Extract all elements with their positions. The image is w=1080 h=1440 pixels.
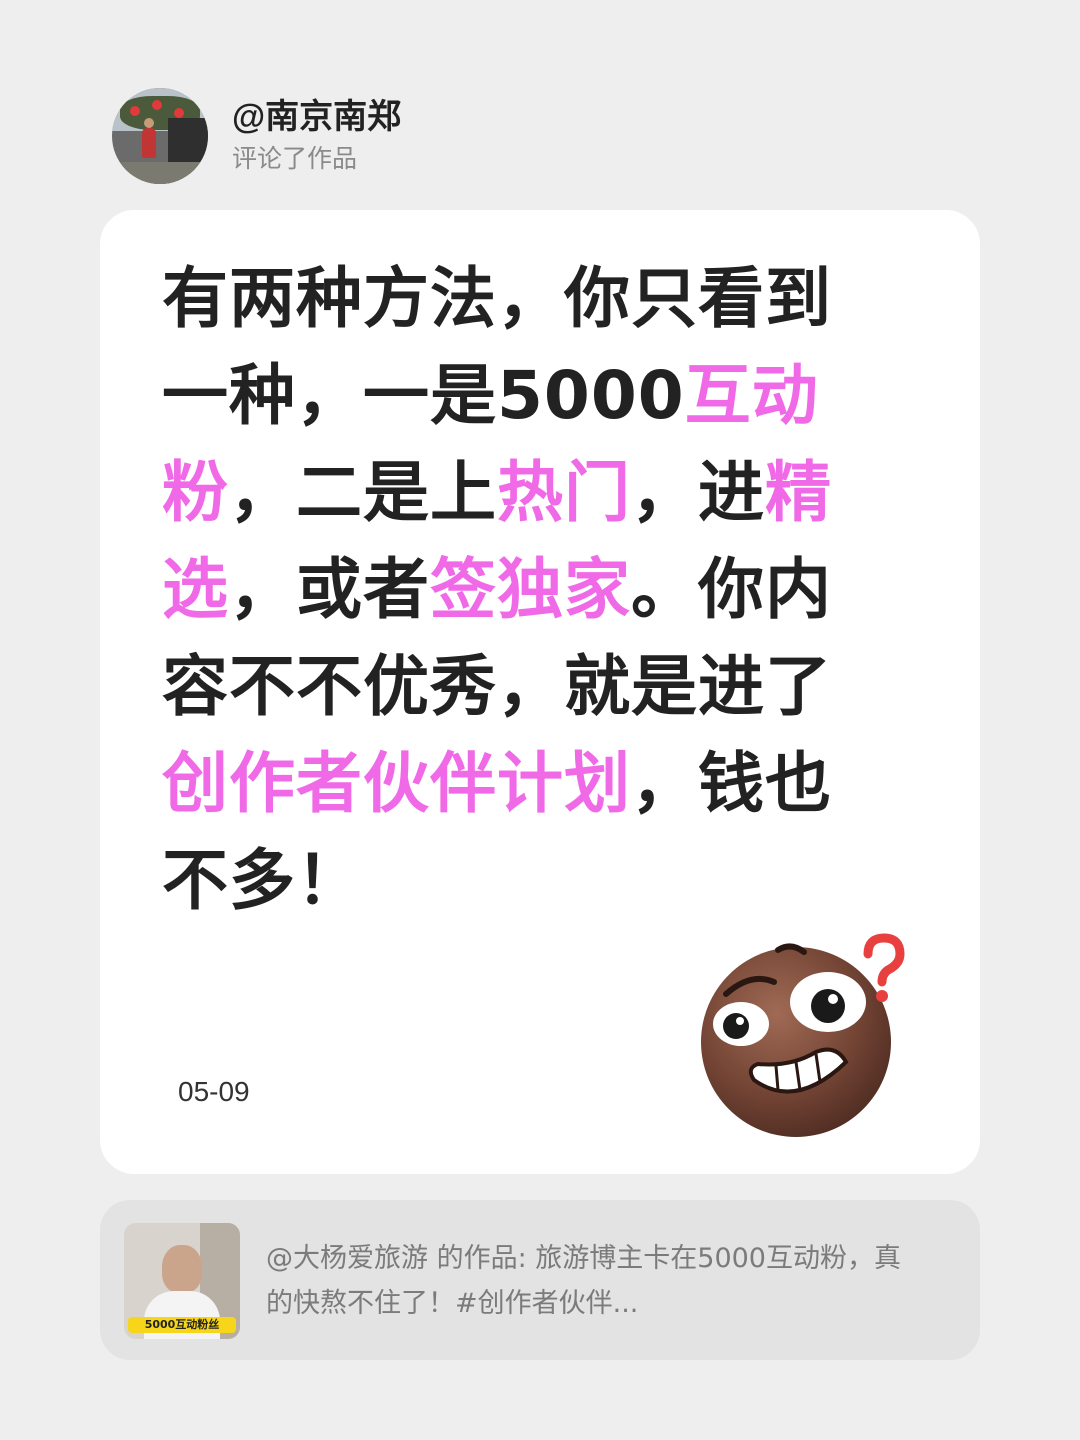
highlighted-term: 热门 (497, 454, 631, 531)
thumbnail-label: 5000互动粉丝 (128, 1317, 236, 1333)
avatar-ground (112, 162, 208, 184)
referenced-work-text[interactable]: @大杨爱旅游 的作品: 旅游博主卡在5000互动粉，真的快熬不住了！#创作者伙伴… (266, 1236, 926, 1326)
comment-segment: ，或者 (229, 551, 430, 628)
highlighted-term: 签独家 (430, 551, 631, 628)
avatar-lantern (130, 106, 140, 116)
comment-date: 05-09 (178, 1076, 250, 1107)
avatar-person-head (144, 118, 154, 128)
confused-grin-emoji-icon (701, 933, 905, 1137)
comment-segment: ，二是上 (229, 454, 497, 531)
action-label: 评论了作品 (232, 145, 358, 173)
username[interactable]: @南京南郑 (232, 96, 401, 138)
avatar-lantern (174, 108, 184, 118)
avatar-lantern (152, 100, 162, 110)
avatar-person (142, 128, 156, 158)
comment-text: 有两种方法，你只看到一种，一是5000互动粉，二是上热门，进精选，或者签独家。你… (162, 250, 882, 929)
highlighted-term: 创作者伙伴计划 (162, 745, 631, 822)
comment-header: @南京南郑 评论了作品 (112, 88, 401, 184)
comment-card: 有两种方法，你只看到一种，一是5000互动粉，二是上热门，进精选，或者签独家。你… (100, 210, 980, 1174)
header-text: @南京南郑 评论了作品 (232, 96, 401, 176)
referenced-work-card[interactable]: 5000互动粉丝 @大杨爱旅游 的作品: 旅游博主卡在5000互动粉，真的快熬不… (100, 1200, 980, 1360)
comment-segment: ，进 (631, 454, 765, 531)
work-thumbnail[interactable]: 5000互动粉丝 (124, 1223, 240, 1339)
thumbnail-person-head (162, 1245, 202, 1293)
avatar[interactable] (112, 88, 208, 184)
